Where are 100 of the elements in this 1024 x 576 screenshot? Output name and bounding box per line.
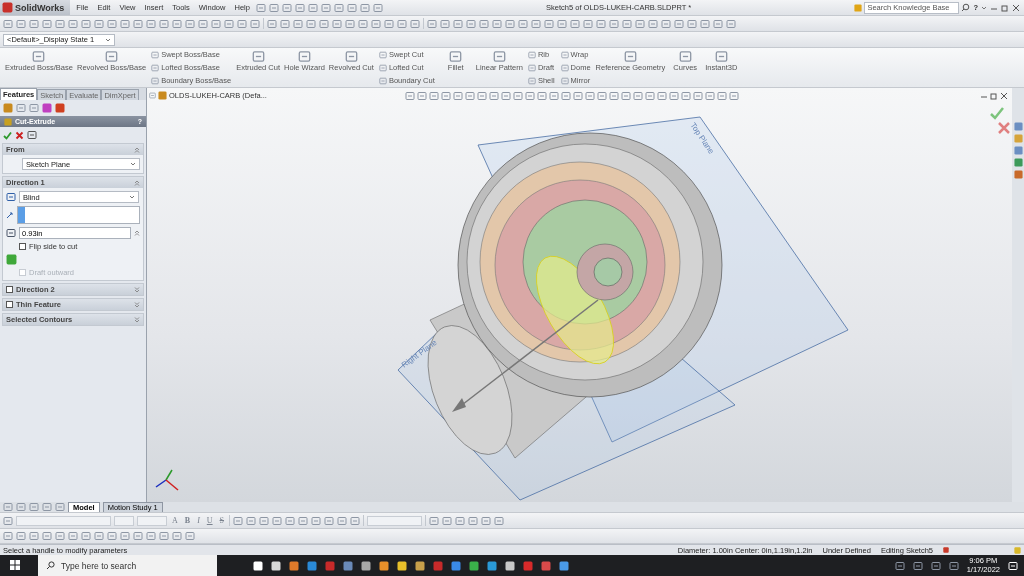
taskbar-app-icon[interactable]	[559, 560, 569, 571]
command-icon[interactable]	[378, 63, 387, 72]
toolbar-icon[interactable]	[120, 18, 130, 29]
taskbar-app-icon[interactable]	[415, 560, 425, 571]
toolbar-icon[interactable]	[307, 2, 318, 13]
view-tool-icon[interactable]	[609, 91, 619, 101]
expand-icon[interactable]	[149, 92, 156, 99]
command-icon[interactable]	[527, 63, 536, 72]
sketch-tool-icon[interactable]	[55, 531, 65, 541]
command-icon[interactable]	[492, 50, 506, 63]
toolbar-icon[interactable]	[237, 18, 247, 29]
sketch-tool-icon[interactable]	[94, 531, 104, 541]
view-tool-icon[interactable]	[729, 91, 739, 101]
command-icon[interactable]	[378, 76, 387, 85]
toolbar-icon[interactable]	[298, 515, 309, 526]
command-icon[interactable]	[560, 63, 569, 72]
toolbar-icon[interactable]	[16, 18, 26, 29]
command-icon[interactable]	[344, 50, 358, 63]
ok-check-icon[interactable]	[990, 106, 1004, 120]
command-icon[interactable]	[251, 50, 265, 63]
view-tool-icon[interactable]	[525, 91, 535, 101]
search-icon[interactable]	[46, 561, 55, 570]
tray-icon[interactable]	[894, 560, 905, 571]
taskbar-app-icon[interactable]	[253, 560, 263, 571]
toolbar-icon[interactable]	[674, 18, 684, 29]
view-tool-icon[interactable]	[681, 91, 691, 101]
toolbar-icon[interactable]	[94, 18, 104, 29]
command-icon[interactable]	[560, 76, 569, 85]
toolbar-icon[interactable]	[427, 18, 437, 29]
checkbox[interactable]	[19, 243, 26, 250]
toolbar-icon[interactable]	[358, 18, 368, 29]
view-tool-icon[interactable]	[405, 91, 415, 101]
sketch-tool-icon[interactable]	[120, 531, 130, 541]
view-tool-icon[interactable]	[501, 91, 511, 101]
toolbar-icon[interactable]	[440, 18, 450, 29]
toolbar-icon[interactable]	[246, 515, 257, 526]
command-icon[interactable]	[378, 50, 387, 59]
direction-arrow-icon[interactable]	[6, 211, 14, 219]
restore-icon[interactable]	[1001, 3, 1009, 12]
view-tool-icon[interactable]	[441, 91, 451, 101]
toolbar-icon[interactable]	[346, 2, 357, 13]
toolbar-icon[interactable]	[268, 2, 279, 13]
toolbar-icon[interactable]	[172, 18, 182, 29]
toolbar-icon[interactable]	[518, 18, 528, 29]
notification-icon[interactable]	[1008, 560, 1018, 571]
toolbar-icon[interactable]	[29, 18, 39, 29]
taskbar-app-icon[interactable]	[397, 560, 407, 571]
command-icon[interactable]	[560, 50, 569, 59]
view-tool-icon[interactable]	[621, 91, 631, 101]
view-tool-icon[interactable]	[705, 91, 715, 101]
spin-icon[interactable]	[134, 230, 140, 236]
toolbar-icon[interactable]	[280, 18, 290, 29]
sketch-tool-icon[interactable]	[29, 531, 39, 541]
format-button[interactable]: S	[217, 516, 227, 525]
toolbar-icon[interactable]	[397, 18, 407, 29]
chevron-icon[interactable]	[134, 301, 140, 308]
toolbar-icon[interactable]	[281, 2, 292, 13]
toolbar-icon[interactable]	[320, 2, 331, 13]
toolbar-icon[interactable]	[3, 18, 13, 29]
restore-icon[interactable]	[990, 92, 998, 100]
toolbar-icon[interactable]	[211, 18, 221, 29]
view-tool-icon[interactable]	[693, 91, 703, 101]
toolbar-icon[interactable]	[442, 515, 453, 526]
taskbar-app-icon[interactable]	[361, 560, 371, 571]
view-tool-icon[interactable]	[489, 91, 499, 101]
chevron-icon[interactable]	[134, 179, 140, 186]
format-button[interactable]: U	[204, 516, 215, 525]
chevron-icon[interactable]	[134, 286, 140, 293]
command-icon[interactable]	[714, 50, 728, 63]
toolbar-icon[interactable]	[492, 18, 502, 29]
toolbar-icon[interactable]	[332, 18, 342, 29]
sketch-tool-icon[interactable]	[133, 531, 143, 541]
toolbar-icon[interactable]	[713, 18, 723, 29]
tray-icon[interactable]	[948, 560, 959, 571]
taskbar-app-icon[interactable]	[271, 560, 281, 571]
toolbar-icon[interactable]	[596, 18, 606, 29]
toolbar-icon[interactable]	[224, 18, 234, 29]
toolbar-icon[interactable]	[107, 18, 117, 29]
direction-field[interactable]	[17, 206, 140, 224]
toolbar-icon[interactable]	[55, 18, 65, 29]
view-tool-icon[interactable]	[669, 91, 679, 101]
toolbar-icon[interactable]	[233, 515, 244, 526]
sketch-tool-icon[interactable]	[16, 531, 26, 541]
command-icon[interactable]	[151, 63, 160, 72]
toolbar-icon[interactable]	[557, 18, 567, 29]
toolbar-icon[interactable]	[466, 18, 476, 29]
toolbar-icon[interactable]	[468, 515, 479, 526]
font-field[interactable]	[16, 515, 111, 526]
toolbar-icon[interactable]	[570, 18, 580, 29]
command-icon[interactable]	[151, 50, 160, 59]
view-tool-icon[interactable]	[633, 91, 643, 101]
toolbar-icon[interactable]	[333, 2, 344, 13]
view-tool-icon[interactable]	[537, 91, 547, 101]
toolbar-icon[interactable]	[185, 18, 195, 29]
view-tool-icon[interactable]	[657, 91, 667, 101]
sketch-tool-icon[interactable]	[3, 531, 13, 541]
view-tool-icon[interactable]	[549, 91, 559, 101]
sketch-tool-icon[interactable]	[172, 531, 182, 541]
close-icon[interactable]	[1000, 92, 1008, 100]
command-icon[interactable]	[449, 50, 463, 63]
